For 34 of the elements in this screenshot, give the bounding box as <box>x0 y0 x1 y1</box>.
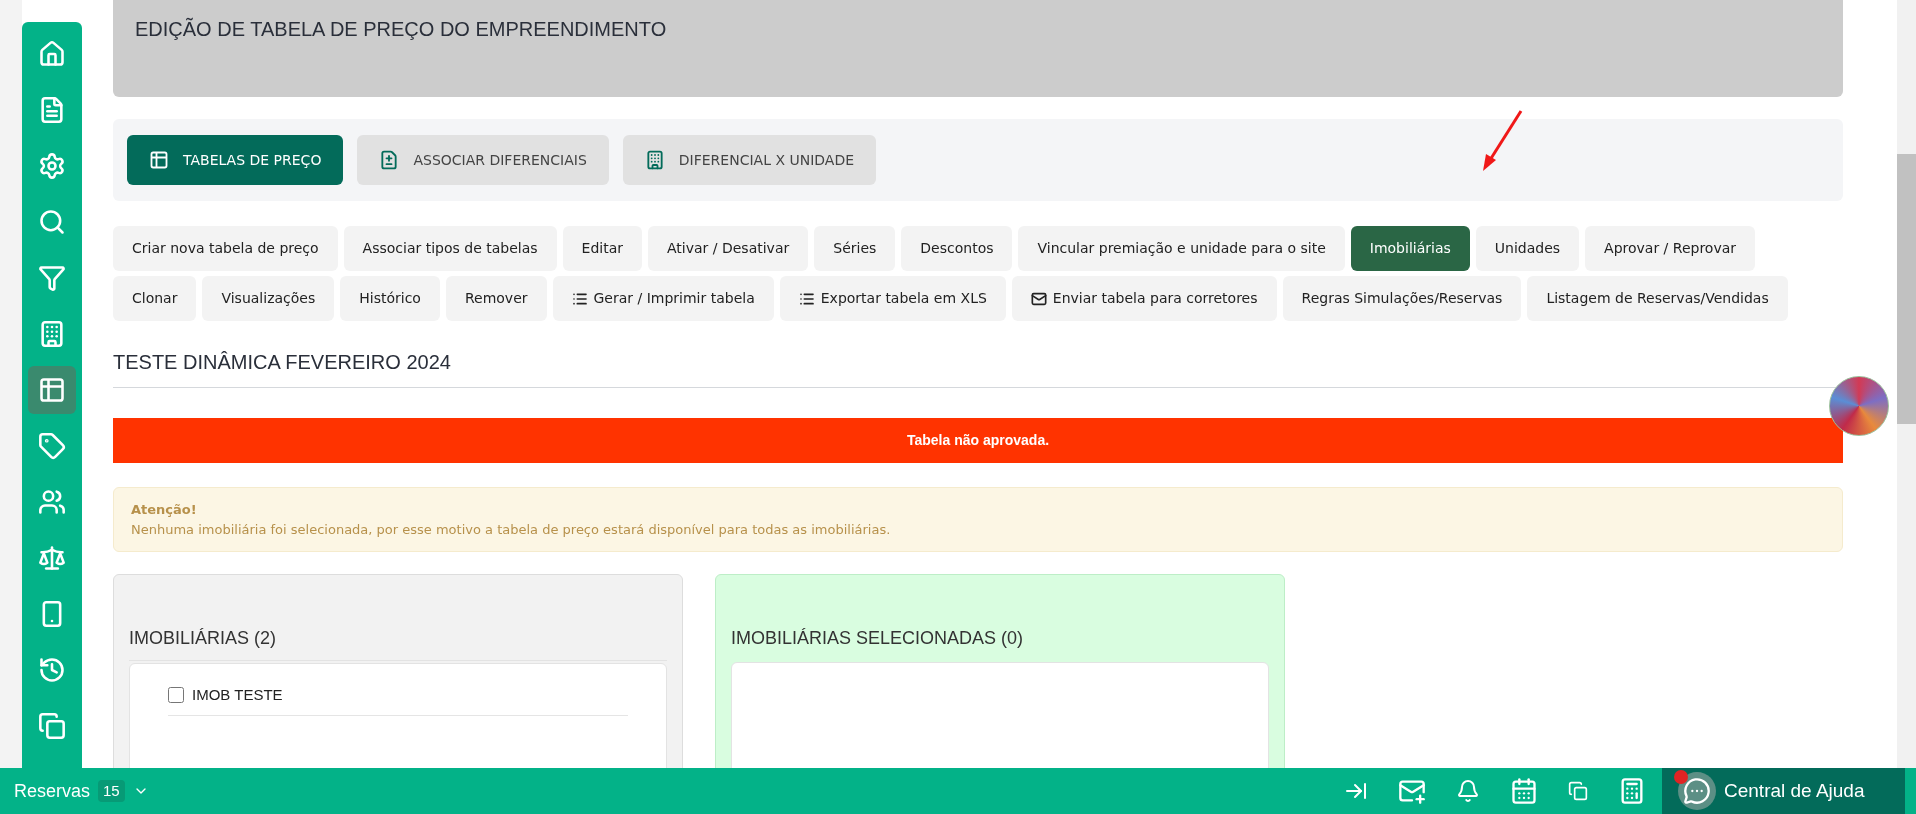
action-button[interactable]: Enviar tabela para corretores <box>1011 276 1277 321</box>
panel-title: IMOBILIÁRIAS SELECIONADAS (0) <box>731 627 1025 650</box>
status-banner: Tabela não aprovada. <box>113 418 1843 463</box>
count-badge: 15 <box>98 779 125 803</box>
action-button[interactable]: Associar tipos de tabelas <box>343 226 557 271</box>
alert-title: Atenção! <box>131 501 198 519</box>
table-title: TESTE DINÂMICA FEVEREIRO 2024 <box>113 347 1843 388</box>
panel-title: IMOBILIÁRIAS (2) <box>129 625 667 661</box>
agency-option[interactable]: IMOB TESTE <box>168 684 628 716</box>
page-title: EDIÇÃO DE TABELA DE PREÇO DO EMPREENDIMENTO <box>113 0 1843 97</box>
reservations-label: Reservas <box>14 779 91 803</box>
tab[interactable]: TABELAS DE PREÇO <box>127 135 344 185</box>
reservations-button[interactable]: Reservas 15 <box>14 777 149 805</box>
action-button[interactable]: Ativar / Desativar <box>648 226 809 271</box>
action-button[interactable]: Vincular premiação e unidade para o site <box>1018 226 1345 271</box>
help-center-button[interactable]: Central de Ajuda <box>1662 768 1905 814</box>
action-button[interactable]: Imobiliárias <box>1350 226 1470 271</box>
action-button[interactable]: Visualizações <box>202 276 335 321</box>
tab[interactable]: DIFERENCIAL X UNIDADE <box>622 135 877 185</box>
action-button[interactable]: Exportar tabela em XLS <box>779 276 1006 321</box>
action-button[interactable]: Aprovar / Reprovar <box>1585 226 1755 271</box>
action-button[interactable]: Descontos <box>901 226 1013 271</box>
action-button[interactable]: Criar nova tabela de preço <box>113 226 338 271</box>
alert-message: Nenhuma imobiliária foi selecionada, por esse motivo a tabela de preço estará disponível para todas as imobiliárias. <box>131 520 892 539</box>
action-button[interactable]: Listagem de Reservas/Vendidas <box>1527 276 1788 321</box>
action-button[interactable]: Remover <box>445 276 547 321</box>
action-button[interactable]: Gerar / Imprimir tabela <box>552 276 774 321</box>
action-button[interactable]: Unidades <box>1475 226 1580 271</box>
action-button[interactable]: Séries <box>814 226 896 271</box>
action-button[interactable]: Clonar <box>113 276 197 321</box>
action-button[interactable]: Editar <box>562 226 643 271</box>
tab[interactable]: ASSOCIAR DIFERENCIAIS <box>357 135 609 185</box>
action-button[interactable]: Histórico <box>340 276 440 321</box>
action-button[interactable]: Regras Simulações/Reservas <box>1282 276 1522 321</box>
